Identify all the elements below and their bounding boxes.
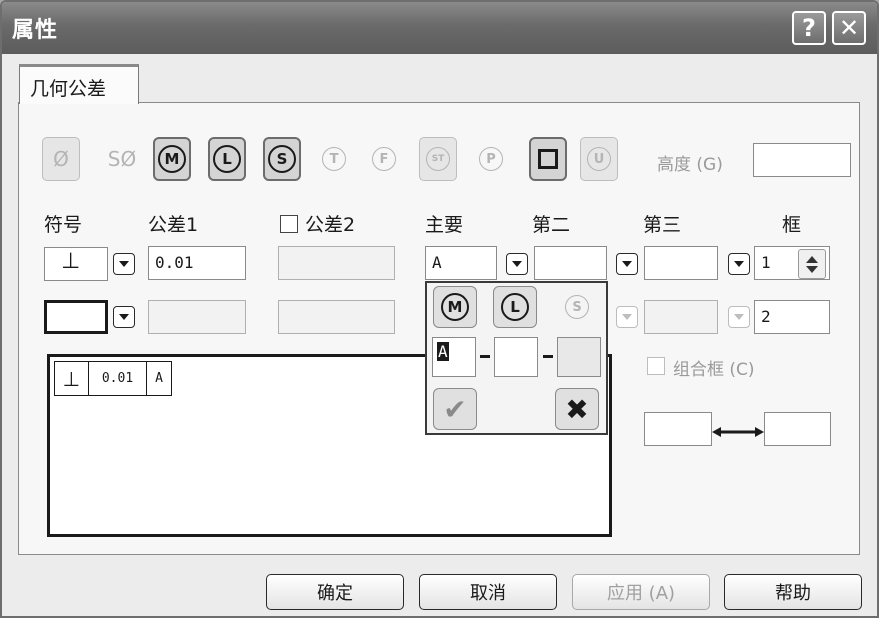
row1-tertiary-dropdown[interactable] [728, 253, 750, 275]
rfs-circle-icon: S [268, 145, 296, 173]
tab-geometric-tolerance[interactable]: 几何公差 [19, 64, 139, 104]
row1-symbol-field[interactable]: ⊥ [44, 247, 108, 281]
row2-symbol-field[interactable] [44, 300, 108, 334]
row2-frame-input[interactable]: 2 [754, 300, 830, 334]
row1-primary-dropdown[interactable] [506, 253, 528, 275]
tangent-circle-icon: T [322, 147, 346, 171]
lmc-symbol-button[interactable]: L [208, 137, 246, 181]
height-label: 高度 (G) [657, 155, 723, 175]
window-title: 属性 [12, 18, 59, 43]
unequal-profile-button[interactable]: U [580, 137, 618, 181]
separator-dash [480, 355, 490, 358]
popup-datum-field2[interactable] [494, 337, 538, 377]
x-mark-icon: ✖ [565, 392, 589, 426]
header-frame: 框 [782, 214, 802, 236]
diameter-symbol-button[interactable]: Ø [42, 137, 80, 181]
header-tolerance2: 公差2 [305, 214, 356, 236]
preview-datum: A [155, 371, 163, 386]
unequal-profile-icon: U [587, 147, 611, 171]
popup-cancel-button[interactable]: ✖ [555, 388, 599, 430]
title-bar: 属性 ? ✕ [2, 2, 877, 54]
separator-dash [543, 355, 553, 358]
lmc-circle-icon: L [501, 293, 529, 321]
apply-button[interactable]: 应用 (A) [572, 574, 710, 610]
popup-datum-field1[interactable]: A [432, 337, 476, 377]
close-button[interactable]: ✕ [832, 11, 866, 45]
square-symbol-button[interactable] [529, 137, 567, 181]
spherical-diameter-icon: SØ [107, 147, 137, 171]
range-right-input[interactable] [764, 412, 831, 446]
preview-symbol: ⊥ [55, 362, 89, 395]
row1-tertiary-input[interactable] [644, 246, 718, 280]
help-button[interactable]: 帮助 [724, 574, 862, 610]
header-secondary: 第二 [532, 214, 571, 236]
help-title-button[interactable]: ? [792, 11, 826, 45]
square-icon [538, 149, 558, 169]
feature-control-frame: ⊥ 0.01 A [54, 361, 172, 396]
combine-frame-checkbox[interactable] [647, 357, 665, 375]
header-primary: 主要 [425, 214, 464, 236]
row2-tolerance2-input[interactable] [278, 300, 395, 334]
row1-secondary-input[interactable] [534, 246, 607, 280]
popup-datum-field3[interactable] [557, 337, 601, 377]
rfs-circle-icon: S [565, 295, 589, 319]
row1-symbol-dropdown[interactable] [113, 253, 135, 275]
popup-ok-button[interactable]: ✔ [433, 388, 477, 430]
header-symbol: 符号 [44, 214, 83, 236]
tolerance2-checkbox[interactable] [280, 215, 298, 233]
mmc-symbol-button[interactable]: M [153, 137, 191, 181]
preview-tolerance: 0.01 [89, 362, 147, 395]
popup-mmc-button[interactable]: M [433, 286, 477, 328]
statistical-button[interactable]: ST [419, 137, 457, 181]
rfs-symbol-button[interactable]: S [263, 137, 301, 181]
properties-dialog: 属性 ? ✕ 几何公差 Ø SØ M L S T F ST P U 高度 (G)… [0, 0, 879, 618]
cancel-button[interactable]: 取消 [419, 574, 557, 610]
combine-frame-label: 组合框 (C) [673, 360, 755, 380]
row1-tolerance2-input[interactable] [278, 246, 395, 280]
mmc-circle-icon: M [441, 293, 469, 321]
tangent-plane-button[interactable]: T [315, 137, 353, 181]
ok-button[interactable]: 确定 [266, 574, 404, 610]
diameter-icon: Ø [53, 147, 69, 171]
mmc-circle-icon: M [158, 145, 186, 173]
double-arrow-icon [712, 427, 764, 437]
range-left-input[interactable] [644, 412, 712, 446]
frame-spinner[interactable] [798, 249, 826, 279]
spherical-diameter-button[interactable]: SØ [98, 137, 146, 181]
spin-up-icon[interactable] [806, 255, 818, 263]
popup-rfs-button[interactable]: S [555, 286, 599, 328]
row2-secondary-dropdown[interactable] [616, 306, 638, 328]
row2-tertiary-dropdown[interactable] [728, 306, 750, 328]
projected-zone-button[interactable]: P [472, 137, 510, 181]
spin-down-icon[interactable] [806, 265, 818, 273]
row2-tertiary-input[interactable] [644, 300, 718, 334]
header-tolerance1: 公差1 [148, 214, 199, 236]
checkmark-icon: ✔ [443, 392, 467, 426]
projected-zone-icon: P [479, 147, 503, 171]
row1-primary-input[interactable]: A [425, 246, 497, 280]
free-state-circle-icon: F [372, 147, 396, 171]
row2-symbol-dropdown[interactable] [113, 306, 135, 328]
header-tertiary: 第三 [643, 214, 682, 236]
row1-secondary-dropdown[interactable] [616, 253, 638, 275]
lmc-circle-icon: L [213, 145, 241, 173]
popup-lmc-button[interactable]: L [493, 286, 537, 328]
height-input[interactable] [753, 143, 851, 177]
popup-datum-field1-text: A [437, 342, 449, 361]
row2-tolerance1-input[interactable] [148, 300, 246, 334]
row1-tolerance1-input[interactable]: 0.01 [148, 246, 246, 280]
free-state-button[interactable]: F [365, 137, 403, 181]
statistical-icon: ST [426, 147, 450, 171]
